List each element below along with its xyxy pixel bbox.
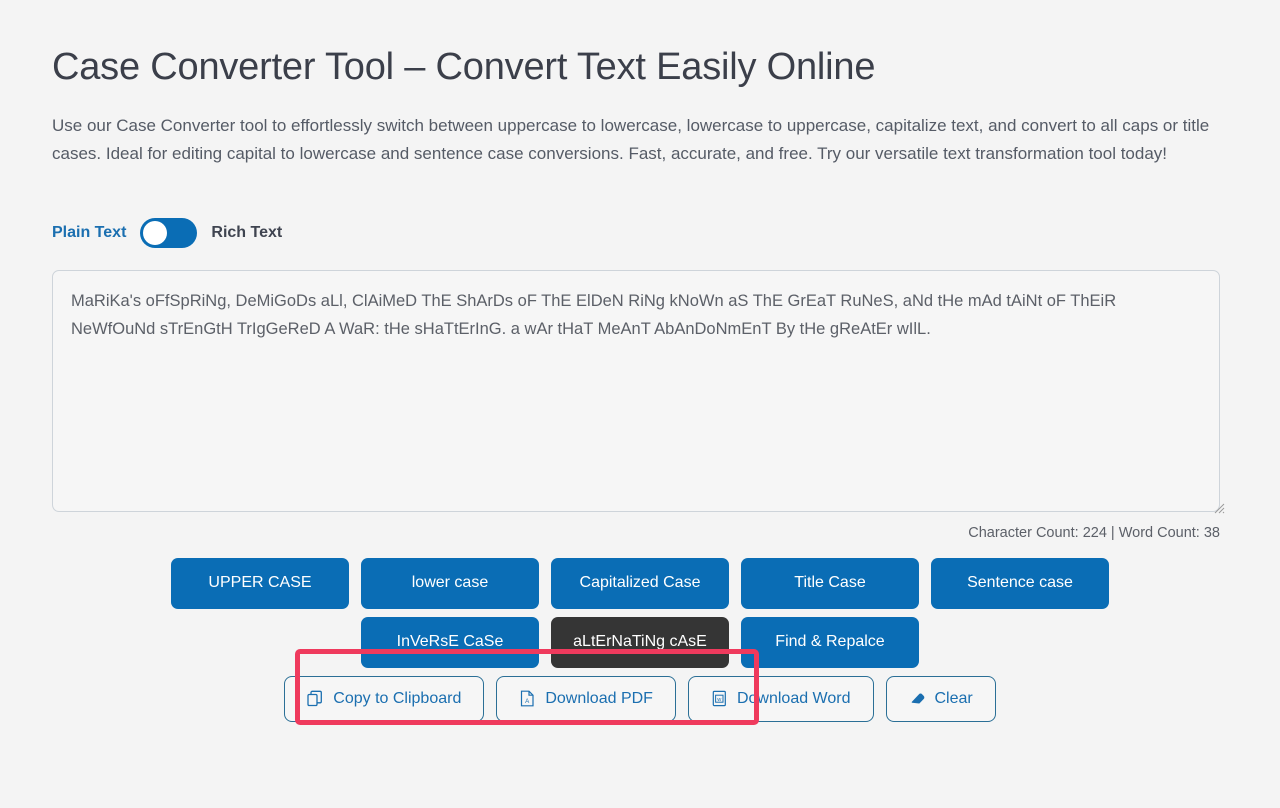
svg-text:A: A	[525, 698, 530, 705]
page-title: Case Converter Tool – Convert Text Easil…	[52, 46, 876, 88]
clear-label: Clear	[934, 689, 973, 707]
download-word-label: Download Word	[736, 689, 851, 707]
capitalized-case-button[interactable]: Capitalized Case	[551, 557, 729, 609]
toggle-knob	[143, 220, 168, 245]
conversion-buttons: UPPER CASE lower case Capitalized Case T…	[52, 557, 1228, 722]
plain-rich-text-toggle[interactable]	[140, 217, 198, 248]
sentence-case-button[interactable]: Sentence case	[931, 557, 1109, 609]
text-mode-toggle-row: Plain Text Rich Text	[52, 217, 1228, 248]
download-word-button[interactable]: w Download Word	[687, 675, 874, 722]
copy-to-clipboard-button[interactable]: Copy to Clipboard	[284, 675, 485, 722]
clear-button[interactable]: Clear	[885, 675, 996, 722]
copy-icon	[307, 690, 324, 707]
character-word-counter: Character Count: 224 | Word Count: 38	[968, 524, 1220, 541]
title-case-button[interactable]: Title Case	[741, 557, 919, 609]
text-input-area[interactable]	[52, 269, 1220, 512]
page-description: Use our Case Converter tool to effortles…	[52, 115, 1210, 164]
case-buttons-row-2: InVeRsE CaSe aLtErNaTiNg cAsE Find & Rep…	[52, 616, 1228, 668]
case-buttons-row-1: UPPER CASE lower case Capitalized Case T…	[52, 557, 1228, 609]
alternating-case-button[interactable]: aLtErNaTiNg cAsE	[551, 616, 729, 668]
download-pdf-button[interactable]: A Download PDF	[496, 675, 676, 722]
eraser-icon	[909, 690, 926, 707]
pdf-file-icon: A	[519, 690, 536, 707]
upper-case-button[interactable]: UPPER CASE	[171, 557, 349, 609]
action-buttons-row: Copy to Clipboard A Download PDF w Downl…	[52, 675, 1228, 722]
word-file-icon: w	[711, 690, 728, 707]
find-and-replace-button[interactable]: Find & Repalce	[741, 616, 919, 668]
download-pdf-label: Download PDF	[545, 689, 653, 707]
copy-to-clipboard-label: Copy to Clipboard	[333, 689, 462, 707]
case-converter-page: Case Converter Tool – Convert Text Easil…	[0, 0, 1280, 808]
inverse-case-button[interactable]: InVeRsE CaSe	[361, 616, 539, 668]
plain-text-label[interactable]: Plain Text	[52, 224, 126, 242]
lower-case-button[interactable]: lower case	[361, 557, 539, 609]
rich-text-label[interactable]: Rich Text	[211, 224, 282, 242]
